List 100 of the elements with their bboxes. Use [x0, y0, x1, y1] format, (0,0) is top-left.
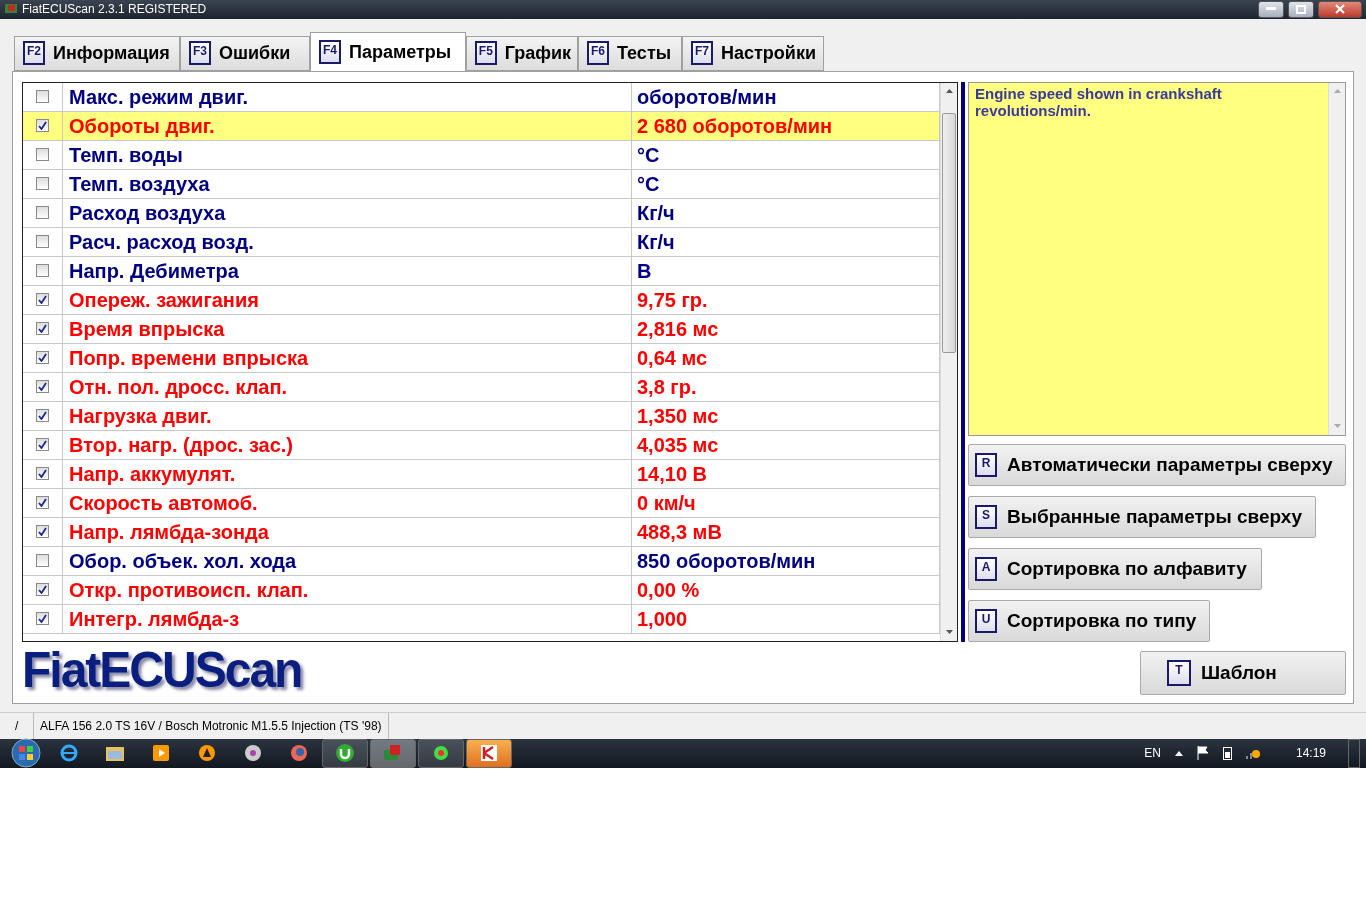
description-text: Engine speed shown in crankshaft revolutions/min.: [969, 82, 1328, 435]
show-desktop-button[interactable]: [1348, 738, 1360, 768]
checkbox[interactable]: [36, 525, 49, 539]
tab[interactable]: F4 Параметры: [310, 31, 466, 72]
tab[interactable]: F7 Настройки: [682, 35, 824, 71]
parameter-name: Обор. объек. хол. хода: [63, 546, 632, 575]
parameter-name: Расч. расход возд.: [63, 227, 632, 256]
status-text: ALFA 156 2.0 TS 16V / Bosch Motronic M1.5.5 Injection (TS '98): [34, 712, 389, 739]
parameter-name: Скорость автомоб.: [63, 488, 632, 517]
key-label: F3: [189, 41, 211, 66]
parameter-row[interactable]: Темп. воздуха °C: [23, 169, 940, 199]
key-label: R: [975, 452, 997, 477]
checkbox[interactable]: [36, 119, 49, 133]
parameter-name: Темп. воздуха: [63, 169, 632, 198]
parameter-row[interactable]: Обороты двиг. 2 680 оборотов/мин: [23, 111, 940, 141]
sort-button[interactable]: R Автоматически параметры сверху: [968, 443, 1346, 486]
parameter-name: Напр. аккумулят.: [63, 459, 632, 488]
logo: FiatECUScan: [22, 640, 302, 699]
checkbox[interactable]: [36, 264, 49, 278]
checkbox[interactable]: [36, 467, 49, 481]
scrollbar[interactable]: [940, 82, 957, 641]
tab[interactable]: F6 Тесты: [578, 35, 682, 71]
maximize-button[interactable]: [1288, 1, 1314, 18]
minimize-button[interactable]: [1258, 1, 1284, 18]
parameter-row[interactable]: Скорость автомоб. 0 км/ч: [23, 488, 940, 518]
checkbox[interactable]: [36, 235, 49, 249]
minimize-icon: [1266, 7, 1276, 12]
parameter-row[interactable]: Напр. лямбда-зонда 488,3 мВ: [23, 517, 940, 547]
key-label: F6: [587, 41, 609, 66]
battery-icon[interactable]: [1222, 746, 1232, 761]
key-label: T: [1167, 660, 1191, 687]
parameter-name: Нагрузка двиг.: [63, 401, 632, 430]
sort-button[interactable]: U Сортировка по типу: [968, 599, 1210, 642]
antivirus-icon[interactable]: [466, 738, 512, 768]
window-title: FiatECUScan 2.3.1 REGISTERED: [22, 2, 208, 17]
checkbox[interactable]: [36, 322, 49, 336]
tab[interactable]: F5 График: [466, 35, 578, 71]
parameter-name: Обороты двиг.: [63, 111, 632, 140]
checkbox[interactable]: [36, 496, 49, 510]
parameter-row[interactable]: Втор. нагр. (дрос. зас.) 4,035 мс: [23, 430, 940, 460]
key-label: F2: [23, 41, 45, 66]
parameter-row[interactable]: Опереж. зажигания 9,75 гр.: [23, 285, 940, 315]
checkbox[interactable]: [36, 206, 49, 220]
sort-button[interactable]: S Выбранные параметры сверху: [968, 495, 1316, 538]
parameter-row[interactable]: Макс. режим двиг. оборотов/мин: [23, 82, 940, 112]
key-label: F5: [475, 41, 497, 66]
parameter-row[interactable]: Обор. объек. хол. хода 850 оборотов/мин: [23, 546, 940, 576]
parameter-name: Напр. лямбда-зонда: [63, 517, 632, 546]
tray-expand-icon[interactable]: [1174, 750, 1183, 756]
parameter-row[interactable]: Отн. пол. дросс. клап. 3,8 гр.: [23, 372, 940, 402]
checkbox[interactable]: [36, 351, 49, 365]
parameter-name: Втор. нагр. (дрос. зас.): [63, 430, 632, 459]
parameter-name: Опереж. зажигания: [63, 285, 632, 314]
key-label: U: [975, 608, 997, 633]
parameter-name: Время впрыска: [63, 314, 632, 343]
key-label: S: [975, 504, 997, 529]
torrent-icon[interactable]: [322, 738, 368, 768]
parameter-name: Откр. противоисп. клап.: [63, 575, 632, 604]
parameter-row[interactable]: Темп. воды °C: [23, 140, 940, 170]
checkbox[interactable]: [36, 148, 49, 162]
parameter-row[interactable]: Напр. Дебиметра В: [23, 256, 940, 286]
checkbox[interactable]: [36, 177, 49, 191]
checkbox[interactable]: [36, 438, 49, 452]
checkbox[interactable]: [36, 612, 49, 626]
checkbox[interactable]: [36, 90, 49, 104]
parameter-name: Расход воздуха: [63, 198, 632, 227]
checkbox[interactable]: [36, 293, 49, 307]
parameter-row[interactable]: Откр. противоисп. клап. 0,00 %: [23, 575, 940, 605]
parameter-row[interactable]: Интегр. лямбда-з 1,000: [23, 604, 940, 634]
checkbox[interactable]: [36, 583, 49, 597]
parameter-name: Макс. режим двиг.: [63, 82, 632, 111]
flag-icon[interactable]: [1196, 746, 1209, 761]
parameter-name: Напр. Дебиметра: [63, 256, 632, 285]
template-button[interactable]: T Шаблон: [1140, 651, 1346, 696]
app-icon[interactable]: [370, 738, 416, 768]
language-indicator[interactable]: EN: [1144, 746, 1161, 761]
key-label: F7: [691, 41, 713, 66]
parameter-name: Отн. пол. дросс. клап.: [63, 372, 632, 401]
parameter-row[interactable]: Время впрыска 2,816 мс: [23, 314, 940, 344]
close-icon: [1335, 4, 1345, 15]
key-label: F4: [319, 40, 341, 65]
signal-icon[interactable]: [1245, 747, 1262, 760]
checkbox[interactable]: [36, 380, 49, 394]
checkbox[interactable]: [36, 554, 49, 568]
parameter-row[interactable]: Расч. расход возд. Кг/ч: [23, 227, 940, 257]
scroll-down-icon[interactable]: [945, 630, 953, 635]
parameter-row[interactable]: Попр. времени впрыска 0,64 мс: [23, 343, 940, 373]
parameter-row[interactable]: Нагрузка двиг. 1,350 мс: [23, 401, 940, 431]
scroll-up-icon[interactable]: [945, 89, 953, 94]
clock[interactable]: 14:19: [1295, 746, 1326, 761]
key-label: A: [975, 556, 997, 581]
parameter-name: Темп. воды: [63, 140, 632, 169]
close-button[interactable]: [1318, 1, 1362, 18]
maximize-icon: [1296, 5, 1306, 14]
tab[interactable]: F3 Ошибки: [180, 35, 310, 71]
checkbox[interactable]: [36, 409, 49, 423]
parameter-row[interactable]: Напр. аккумулят. 14,10 В: [23, 459, 940, 489]
tab[interactable]: F2 Информация: [14, 35, 180, 71]
parameter-row[interactable]: Расход воздуха Кг/ч: [23, 198, 940, 228]
sort-button[interactable]: A Сортировка по алфавиту: [968, 547, 1262, 590]
